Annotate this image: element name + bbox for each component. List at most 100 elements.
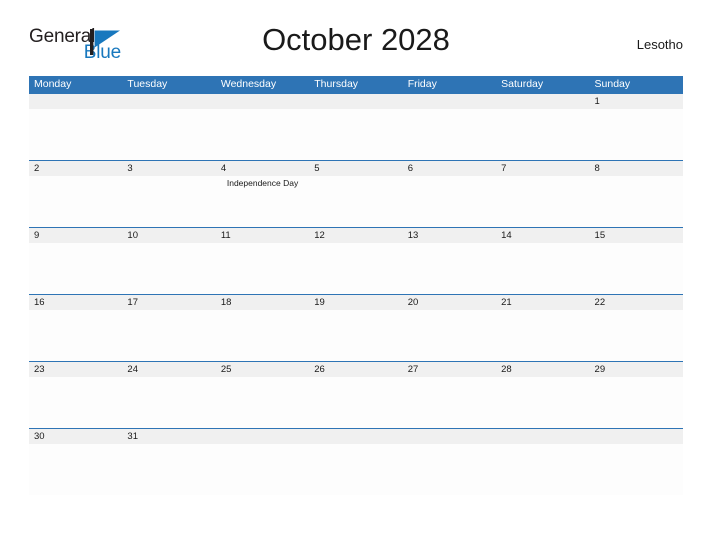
day-cell[interactable] [590,310,683,361]
day-cell[interactable] [309,310,402,361]
weekday-friday: Friday [407,78,437,90]
day-cell[interactable] [309,444,402,495]
day-number[interactable]: 27 [403,362,496,377]
day-number[interactable]: 23 [29,362,122,377]
day-cell[interactable] [403,109,496,160]
day-number[interactable]: 31 [122,429,215,444]
day-cell[interactable] [29,176,122,227]
day-cell[interactable] [590,176,683,227]
day-cell[interactable] [216,109,309,160]
day-cell[interactable] [403,243,496,294]
day-number[interactable] [309,94,402,109]
day-number[interactable]: 8 [590,161,683,176]
calendar-page: General Blue October 2028 Lesotho Monday… [0,0,712,550]
weekday-monday: Monday [34,78,72,90]
day-number[interactable]: 26 [309,362,402,377]
day-number[interactable]: 10 [122,228,215,243]
weekday-header-row: Monday Tuesday Wednesday Thursday Friday… [29,76,683,93]
day-cell[interactable] [29,243,122,294]
day-number[interactable] [496,94,589,109]
week-row: 23 24 25 26 27 28 29 [29,361,683,428]
day-cell[interactable] [122,377,215,428]
day-cell[interactable] [309,109,402,160]
day-cell[interactable] [590,377,683,428]
day-number[interactable]: 1 [590,94,683,109]
day-number[interactable]: 13 [403,228,496,243]
weekday-thursday: Thursday [314,78,359,90]
day-cell[interactable]: Independence Day [216,176,309,227]
day-cell[interactable] [122,310,215,361]
day-cell[interactable] [122,176,215,227]
week-date-band: 23 24 25 26 27 28 29 [29,362,683,377]
day-number[interactable]: 11 [216,228,309,243]
day-number[interactable]: 24 [122,362,215,377]
day-number[interactable]: 18 [216,295,309,310]
country-label: Lesotho [636,36,683,52]
week-date-band: 2 3 4 5 6 7 8 [29,161,683,176]
day-cell[interactable] [403,310,496,361]
day-number[interactable] [216,94,309,109]
day-cell[interactable] [122,109,215,160]
day-number[interactable]: 3 [122,161,215,176]
day-number[interactable]: 28 [496,362,589,377]
day-number[interactable]: 12 [309,228,402,243]
day-cell[interactable] [403,377,496,428]
day-cell[interactable] [216,310,309,361]
day-cell[interactable] [590,109,683,160]
day-number[interactable]: 16 [29,295,122,310]
day-cell[interactable] [29,444,122,495]
day-number[interactable] [309,429,402,444]
day-cell[interactable] [496,444,589,495]
day-number[interactable]: 20 [403,295,496,310]
week-event-band [29,243,683,294]
day-number[interactable]: 19 [309,295,402,310]
day-number[interactable] [216,429,309,444]
day-number[interactable] [590,429,683,444]
day-cell[interactable] [216,444,309,495]
week-row: 2 3 4 5 6 7 8 Independence Day [29,160,683,227]
day-cell[interactable] [496,109,589,160]
day-number[interactable]: 2 [29,161,122,176]
day-cell[interactable] [403,444,496,495]
day-cell[interactable] [496,243,589,294]
day-cell[interactable] [29,109,122,160]
day-number[interactable] [403,94,496,109]
general-blue-logo[interactable]: General Blue [29,27,121,62]
day-cell[interactable] [309,176,402,227]
day-cell[interactable] [403,176,496,227]
day-number[interactable]: 29 [590,362,683,377]
day-number[interactable]: 5 [309,161,402,176]
day-number[interactable]: 4 [216,161,309,176]
day-number[interactable]: 25 [216,362,309,377]
day-cell[interactable] [29,377,122,428]
day-number[interactable]: 14 [496,228,589,243]
day-cell[interactable] [122,444,215,495]
day-cell[interactable] [309,243,402,294]
day-cell[interactable] [216,243,309,294]
day-number[interactable] [29,94,122,109]
day-number[interactable]: 21 [496,295,589,310]
day-number[interactable]: 9 [29,228,122,243]
calendar-grid: Monday Tuesday Wednesday Thursday Friday… [29,76,683,495]
day-cell[interactable] [216,377,309,428]
day-cell[interactable] [309,377,402,428]
day-cell[interactable] [496,310,589,361]
page-title: October 2028 [262,22,450,57]
weekday-sunday: Sunday [594,78,631,90]
week-row: 30 31 [29,428,683,495]
day-number[interactable]: 7 [496,161,589,176]
day-cell[interactable] [590,444,683,495]
day-number[interactable] [403,429,496,444]
day-cell[interactable] [496,176,589,227]
day-number[interactable]: 15 [590,228,683,243]
day-number[interactable] [122,94,215,109]
day-cell[interactable] [122,243,215,294]
day-cell[interactable] [496,377,589,428]
day-cell[interactable] [29,310,122,361]
day-number[interactable]: 17 [122,295,215,310]
day-cell[interactable] [590,243,683,294]
day-number[interactable]: 30 [29,429,122,444]
day-number[interactable]: 6 [403,161,496,176]
day-number[interactable]: 22 [590,295,683,310]
day-number[interactable] [496,429,589,444]
